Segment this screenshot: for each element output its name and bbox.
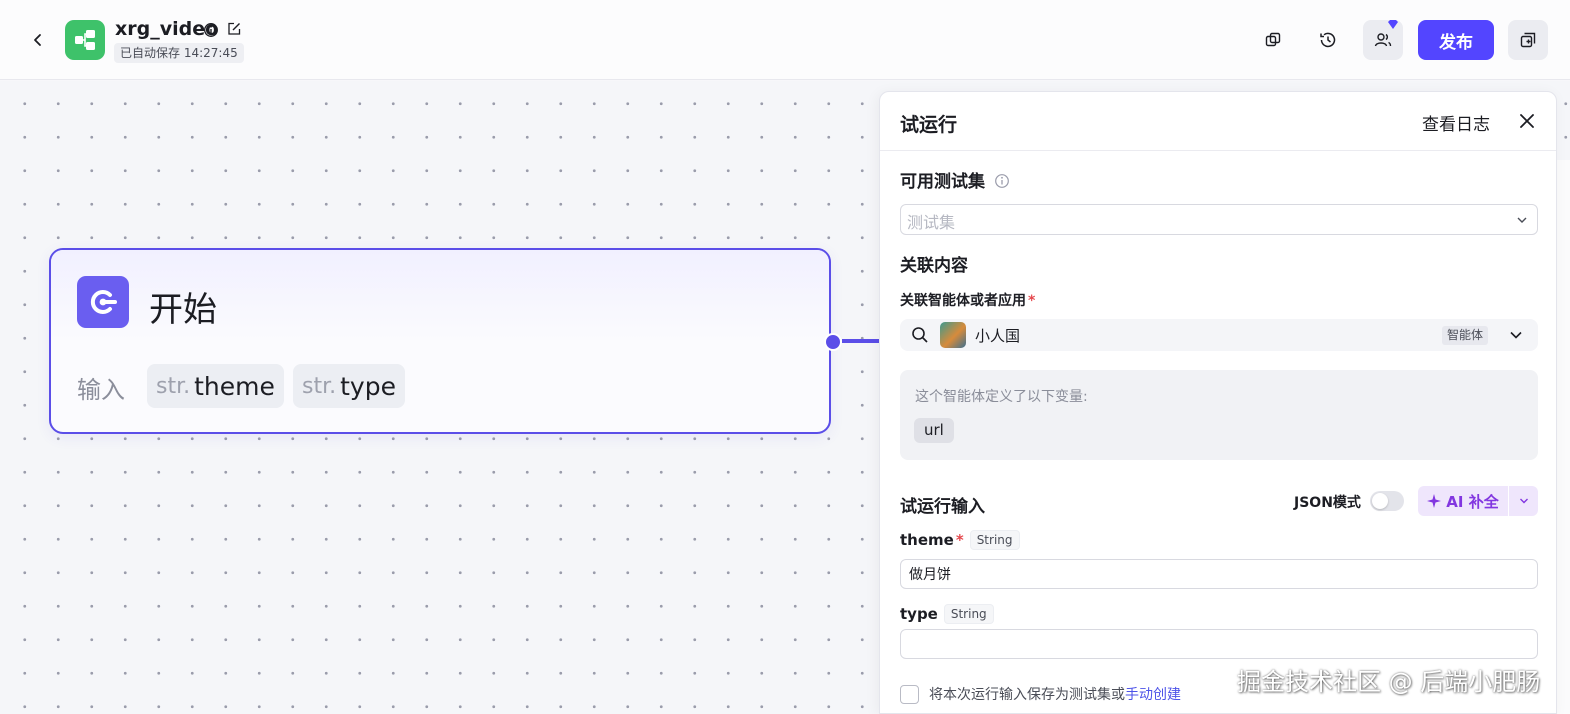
field-name: type — [900, 605, 938, 623]
related-agent-label-text: 关联智能体或者应用 — [900, 293, 1026, 309]
close-icon[interactable] — [1516, 110, 1538, 132]
start-node-input-label: 输入 — [77, 376, 125, 404]
param-chip-theme: str. theme — [147, 364, 284, 408]
panel-backdrop — [1556, 160, 1570, 714]
variable-chip: url — [914, 418, 954, 443]
edit-icon[interactable] — [226, 21, 242, 37]
workflow-app-icon — [65, 20, 105, 60]
agent-type-badge: 智能体 — [1442, 326, 1489, 345]
view-log-link[interactable]: 查看日志 — [1422, 110, 1490, 135]
chevron-down-icon — [1519, 498, 1528, 504]
publish-button[interactable]: 发布 — [1418, 20, 1494, 60]
copy-icon[interactable] — [1253, 20, 1293, 60]
required-mark: * — [955, 531, 964, 549]
type-badge: String — [943, 604, 994, 624]
manual-create-link[interactable]: 手动创建 — [1125, 687, 1181, 703]
info-icon[interactable] — [994, 173, 1010, 189]
ai-complete-dropdown[interactable] — [1509, 486, 1538, 516]
related-agent-label: 关联智能体或者应用 * — [900, 290, 1035, 310]
type-input[interactable] — [900, 629, 1538, 659]
save-as-testset-row: 将本次运行输入保存为测试集或手动创建 — [900, 684, 1181, 704]
param-name: type — [340, 371, 396, 401]
param-type: str. — [302, 373, 337, 399]
param-type: str. — [156, 373, 191, 399]
theme-field-label: theme * String — [900, 530, 1020, 550]
panel-header: 试运行 查看日志 — [880, 92, 1556, 151]
chevron-down-icon — [1517, 217, 1527, 223]
watermark: 掘金技术社区 @ 后端小肥肠 — [1237, 668, 1541, 696]
testset-label-text: 可用测试集 — [900, 172, 985, 192]
testset-label: 可用测试集 — [900, 167, 1010, 192]
run-input-label: 试运行输入 — [900, 497, 985, 517]
ai-complete-button[interactable]: AI 补全 — [1418, 486, 1508, 516]
start-node-title: 开始 — [149, 290, 217, 330]
info-icon[interactable] — [203, 22, 219, 38]
save-testset-text: 将本次运行输入保存为测试集或手动创建 — [929, 687, 1181, 703]
duplicate-icon[interactable] — [1508, 20, 1548, 60]
history-icon[interactable] — [1308, 20, 1348, 60]
start-node[interactable]: 开始 输入 str. theme str. type — [49, 248, 831, 434]
test-run-panel: 试运行 查看日志 可用测试集 测试集 关联内容 关联智能体或者应用 * 小人国 智… — [879, 91, 1557, 714]
sparkle-icon — [1427, 494, 1442, 508]
agent-variables-box: 这个智能体定义了以下变量: url — [900, 370, 1538, 460]
type-badge: String — [969, 530, 1020, 550]
required-mark: * — [1028, 293, 1036, 309]
json-mode-label: JSON模式 — [1294, 495, 1361, 511]
ai-complete-label: AI 补全 — [1446, 492, 1499, 511]
top-bar: xrg_video 已自动保存 14:27:45 发布 — [0, 0, 1570, 80]
testset-placeholder: 测试集 — [907, 213, 956, 232]
field-name: theme * — [900, 531, 964, 549]
output-port[interactable] — [824, 333, 842, 351]
toggle-knob — [1372, 493, 1388, 509]
save-testset-checkbox[interactable] — [900, 684, 919, 704]
json-mode-toggle[interactable] — [1370, 491, 1404, 511]
start-node-icon — [77, 276, 129, 328]
agent-avatar — [940, 322, 966, 348]
param-name: theme — [194, 371, 275, 401]
chevron-down-icon — [1510, 331, 1522, 339]
param-chip-type: str. type — [293, 364, 405, 408]
type-field-label: type String — [900, 604, 994, 624]
testset-select[interactable]: 测试集 — [900, 204, 1538, 235]
search-icon — [912, 327, 928, 343]
collaborators-icon[interactable] — [1363, 20, 1403, 60]
agent-variables-note: 这个智能体定义了以下变量: — [915, 389, 1088, 405]
back-arrow-icon[interactable] — [26, 28, 50, 52]
autosave-status: 已自动保存 14:27:45 — [114, 43, 244, 63]
premium-badge-icon — [1388, 20, 1398, 29]
related-content-label: 关联内容 — [900, 256, 968, 276]
agent-select[interactable]: 小人国 智能体 — [900, 319, 1538, 351]
agent-name: 小人国 — [975, 327, 1021, 345]
connection-edge — [842, 339, 882, 343]
theme-input[interactable] — [900, 559, 1538, 589]
panel-title: 试运行 — [900, 114, 958, 136]
